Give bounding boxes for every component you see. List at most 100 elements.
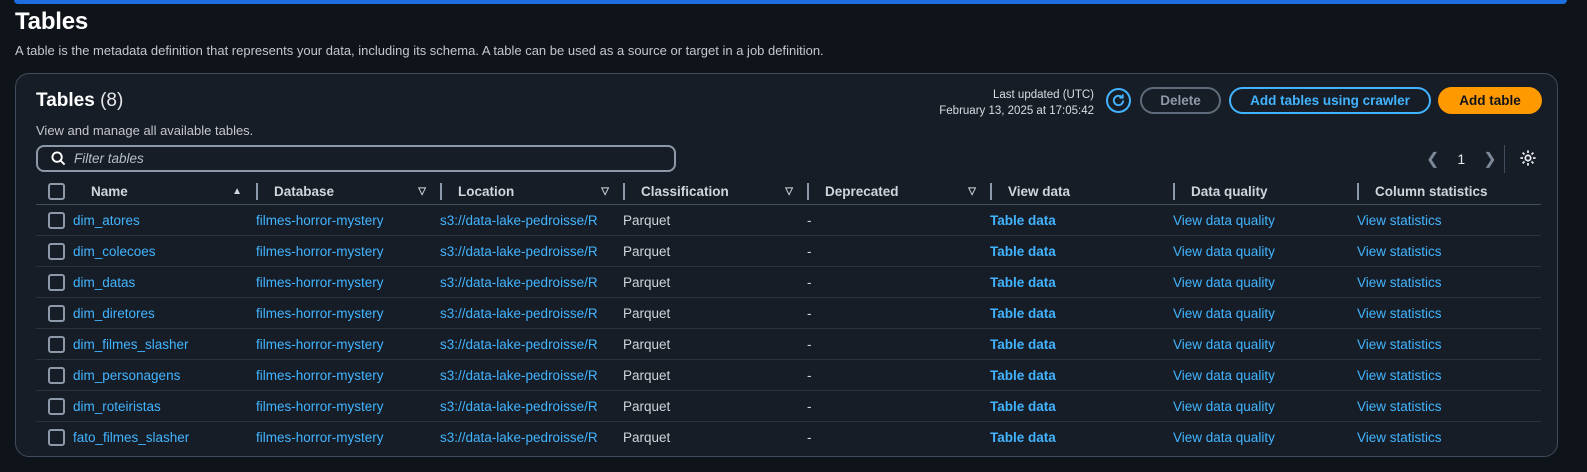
column-label: Location (458, 183, 515, 199)
sort-toggle-icon[interactable]: ▽ (418, 186, 426, 197)
table-name-link[interactable]: dim_diretores (73, 306, 155, 321)
table-name-link[interactable]: dim_filmes_slasher (73, 337, 189, 352)
table-data-link[interactable]: Table data (990, 213, 1056, 228)
sort-toggle-icon[interactable]: ▽ (968, 186, 976, 197)
deprecated-cell: - (807, 328, 990, 360)
column-resizer[interactable] (1173, 183, 1175, 200)
filter-tables-input[interactable] (72, 150, 666, 167)
classification-cell: Parquet (623, 390, 807, 422)
database-link[interactable]: filmes-horror-mystery (256, 337, 384, 352)
table-row: dim_personagens filmes-horror-mystery s3… (36, 359, 1541, 391)
view-data-quality-link[interactable]: View data quality (1173, 275, 1275, 290)
view-data-quality-link[interactable]: View data quality (1173, 399, 1275, 414)
classification-cell: Parquet (623, 429, 671, 445)
add-table-button[interactable]: Add table (1438, 87, 1542, 114)
location-link[interactable]: s3://data-lake-pedroisse/R (440, 368, 598, 383)
row-checkbox[interactable] (48, 242, 65, 260)
classification-cell: Parquet (623, 204, 807, 236)
view-statistics-link[interactable]: View statistics (1357, 430, 1442, 445)
view-data-quality-link[interactable]: View data quality (1173, 244, 1275, 259)
row-checkbox[interactable] (48, 397, 65, 415)
database-link[interactable]: filmes-horror-mystery (256, 213, 384, 228)
table-data-link[interactable]: Table data (990, 306, 1056, 321)
select-all-checkbox[interactable] (48, 182, 65, 200)
location-link[interactable]: s3://data-lake-pedroisse/R (440, 337, 598, 352)
column-header-database[interactable]: Database ▽ (256, 178, 440, 205)
view-data-quality-link[interactable]: View data quality (1173, 213, 1275, 228)
chevron-right-icon[interactable]: ❯ (1483, 149, 1496, 169)
view-statistics-link[interactable]: View statistics (1357, 337, 1442, 352)
delete-button[interactable]: Delete (1140, 87, 1221, 114)
table-row: dim_roteiristas filmes-horror-mystery s3… (36, 390, 1541, 422)
column-resizer[interactable] (990, 183, 992, 200)
page-number[interactable]: 1 (1457, 151, 1465, 167)
view-data-quality-link[interactable]: View data quality (1173, 368, 1275, 383)
table-name-link[interactable]: dim_personagens (73, 368, 180, 383)
column-header-deprecated[interactable]: Deprecated ▽ (807, 178, 990, 205)
pagination: ❮ 1 ❯ (1426, 149, 1497, 169)
table-data-link[interactable]: Table data (990, 368, 1056, 383)
view-statistics-link[interactable]: View statistics (1357, 244, 1442, 259)
sort-toggle-icon[interactable]: ▽ (785, 186, 793, 197)
database-link[interactable]: filmes-horror-mystery (256, 306, 384, 321)
row-checkbox[interactable] (48, 335, 65, 353)
table-data-link[interactable]: Table data (990, 430, 1056, 445)
table-data-link[interactable]: Table data (990, 337, 1056, 352)
location-link[interactable]: s3://data-lake-pedroisse/R (440, 399, 598, 414)
database-link[interactable]: filmes-horror-mystery (256, 430, 384, 445)
table-data-link[interactable]: Table data (990, 399, 1056, 414)
location-link[interactable]: s3://data-lake-pedroisse/R (440, 275, 598, 290)
table-name-link[interactable]: dim_colecoes (73, 244, 156, 259)
gear-icon[interactable] (1519, 149, 1537, 167)
table-name-link[interactable]: dim_atores (73, 213, 140, 228)
column-resizer[interactable] (623, 183, 625, 200)
view-statistics-link[interactable]: View statistics (1357, 399, 1442, 414)
column-resizer[interactable] (1357, 183, 1359, 200)
location-link[interactable]: s3://data-lake-pedroisse/R (440, 213, 598, 228)
view-data-quality-link[interactable]: View data quality (1173, 337, 1275, 352)
row-checkbox[interactable] (48, 273, 65, 291)
database-link[interactable]: filmes-horror-mystery (256, 399, 384, 414)
view-data-quality-link[interactable]: View data quality (1173, 306, 1275, 321)
add-tables-using-crawler-button[interactable]: Add tables using crawler (1229, 87, 1431, 114)
column-header-column-statistics: Column statistics (1357, 178, 1541, 205)
location-link[interactable]: s3://data-lake-pedroisse/R (440, 306, 598, 321)
view-statistics-link[interactable]: View statistics (1357, 368, 1442, 383)
row-checkbox[interactable] (48, 211, 65, 229)
table-row: fato_filmes_slasher filmes-horror-myster… (36, 422, 1541, 453)
column-resizer[interactable] (440, 183, 442, 200)
view-statistics-link[interactable]: View statistics (1357, 275, 1442, 290)
deprecated-cell: - (807, 359, 990, 391)
deprecated-cell: - (807, 429, 812, 445)
table-data-link[interactable]: Table data (990, 244, 1056, 259)
location-link[interactable]: s3://data-lake-pedroisse/R (440, 430, 598, 445)
row-checkbox[interactable] (48, 428, 65, 446)
database-link[interactable]: filmes-horror-mystery (256, 368, 384, 383)
chevron-left-icon[interactable]: ❮ (1426, 149, 1439, 169)
classification-cell: Parquet (623, 297, 807, 329)
column-resizer[interactable] (256, 183, 258, 200)
column-header-location[interactable]: Location ▽ (440, 178, 623, 205)
column-header-name[interactable]: Name ▲ (73, 178, 256, 205)
tables-panel: Tables (8) View and manage all available… (15, 73, 1558, 457)
sort-asc-icon[interactable]: ▲ (232, 186, 242, 197)
view-statistics-link[interactable]: View statistics (1357, 213, 1442, 228)
table-name-link[interactable]: dim_roteiristas (73, 399, 161, 414)
view-statistics-link[interactable]: View statistics (1357, 306, 1442, 321)
row-checkbox[interactable] (48, 304, 65, 322)
refresh-button[interactable] (1106, 88, 1131, 113)
database-link[interactable]: filmes-horror-mystery (256, 244, 384, 259)
deprecated-cell: - (807, 266, 990, 298)
table-name-link[interactable]: dim_datas (73, 275, 135, 290)
column-resizer[interactable] (807, 183, 809, 200)
column-label: Database (274, 183, 335, 199)
database-link[interactable]: filmes-horror-mystery (256, 275, 384, 290)
view-data-quality-link[interactable]: View data quality (1173, 430, 1275, 445)
location-link[interactable]: s3://data-lake-pedroisse/R (440, 244, 598, 259)
column-label: Data quality (1191, 183, 1268, 199)
row-checkbox[interactable] (48, 366, 65, 384)
column-header-classification[interactable]: Classification ▽ (623, 178, 807, 205)
table-name-link[interactable]: fato_filmes_slasher (73, 430, 189, 445)
sort-toggle-icon[interactable]: ▽ (601, 186, 609, 197)
table-data-link[interactable]: Table data (990, 275, 1056, 290)
